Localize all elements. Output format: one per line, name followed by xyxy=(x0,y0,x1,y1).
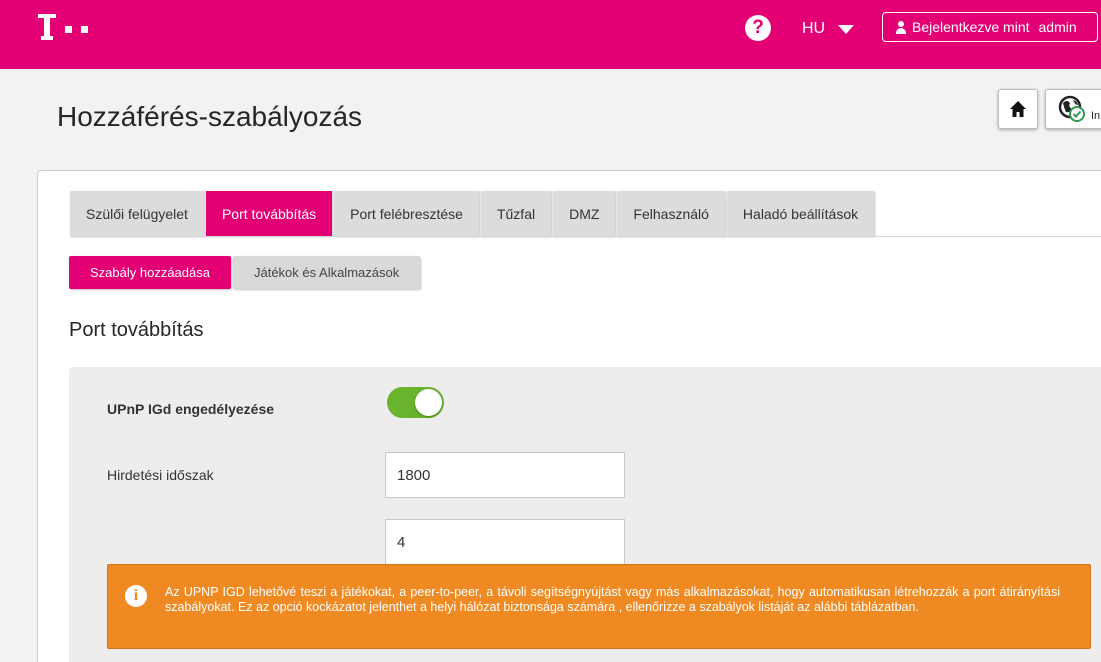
help-icon[interactable]: ? xyxy=(745,15,771,41)
toggle-knob xyxy=(415,389,442,416)
internet-status-label: In xyxy=(1091,110,1101,122)
language-selector[interactable]: HU xyxy=(802,20,855,38)
tab-firewall[interactable]: Tűzfal xyxy=(480,191,552,236)
info-icon: i xyxy=(125,585,147,607)
home-button[interactable] xyxy=(998,89,1038,129)
top-bar: ? HU Bejelentkezve mint admin xyxy=(0,0,1101,69)
chevron-down-icon xyxy=(838,24,855,34)
advertise-period-input[interactable] xyxy=(385,452,625,498)
logo-dot xyxy=(65,26,72,33)
logo-dot xyxy=(81,26,88,33)
internet-status-button[interactable]: In xyxy=(1045,89,1101,129)
tab-port-forwarding[interactable]: Port továbbítás xyxy=(205,191,333,236)
tab-user[interactable]: Felhasználó xyxy=(617,191,725,236)
sub-tabs: Szabály hozzáadása Játékok és Alkalmazás… xyxy=(69,256,422,289)
login-status-button[interactable]: Bejelentkezve mint admin xyxy=(882,12,1098,42)
subtab-add-rule[interactable]: Szabály hozzáadása xyxy=(69,256,231,289)
second-value-input[interactable] xyxy=(385,519,625,565)
tab-divider xyxy=(70,236,1101,237)
logo-t-glyph xyxy=(38,14,56,40)
tab-dmz[interactable]: DMZ xyxy=(553,191,616,236)
warning-text: Az UPNP IGD lehetővé teszi a játékokat, … xyxy=(165,585,1060,614)
tab-port-triggering[interactable]: Port felébresztése xyxy=(334,191,479,236)
subtab-games-apps[interactable]: Játékok és Alkalmazások xyxy=(232,256,421,289)
upnp-label: UPnP IGd engedélyezése xyxy=(107,401,275,417)
main-tabs: Szülői felügyelet Port továbbítás Port f… xyxy=(70,191,876,236)
home-icon xyxy=(1010,101,1026,117)
tab-advanced-settings[interactable]: Haladó beállítások xyxy=(726,191,875,236)
telekom-logo[interactable] xyxy=(38,14,88,44)
tab-parental-control[interactable]: Szülői felügyelet xyxy=(70,191,204,236)
language-label: HU xyxy=(802,20,826,37)
page-title: Hozzáférés-szabályozás xyxy=(57,101,363,132)
upnp-warning-box: i Az UPNP IGD lehetővé teszi a játékokat… xyxy=(107,564,1091,649)
login-username: admin xyxy=(1038,19,1077,35)
login-prefix: Bejelentkezve mint xyxy=(912,19,1030,35)
globe-check-icon xyxy=(1058,95,1085,122)
upnp-toggle[interactable] xyxy=(387,387,444,418)
advertise-period-label: Hirdetési időszak xyxy=(107,467,214,483)
section-title: Port továbbítás xyxy=(69,319,204,341)
user-icon xyxy=(895,20,907,34)
